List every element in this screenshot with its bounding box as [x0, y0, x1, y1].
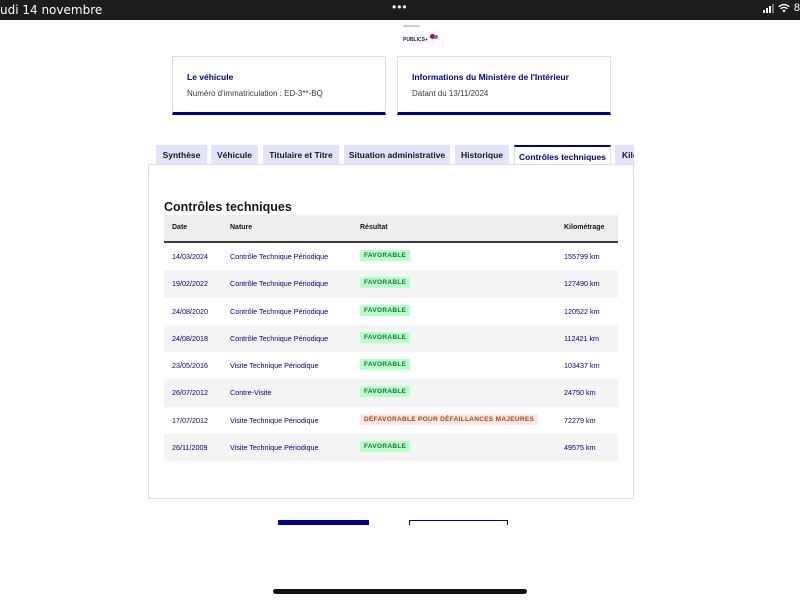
row-km: 120522 km: [564, 306, 600, 316]
vehicle-card: Le véhicule Numéro d'immatriculation : E…: [172, 56, 386, 115]
row-nature: Contrôle Technique Périodique: [230, 333, 329, 343]
row-nature: Contre-Visite: [230, 388, 272, 398]
status-badge: FAVORABLE: [360, 386, 411, 398]
row-result: FAVORABLE: [360, 359, 411, 371]
header-date: Date: [172, 224, 188, 231]
wifi-icon: [778, 4, 790, 13]
logo-main-text: PUBLICS+: [403, 37, 428, 43]
status-badge: FAVORABLE: [360, 441, 411, 453]
ministry-card-title: Informations du Ministère de l'Intérieur: [412, 72, 569, 82]
vehicle-card-title: Le véhicule: [187, 72, 234, 82]
row-date: 26/11/2009: [172, 443, 208, 453]
logo-blue-dot-icon: [433, 34, 438, 39]
row-result: FAVORABLE: [360, 386, 411, 398]
status-bar: udi 14 novembre ••• 8: [0, 0, 800, 20]
row-result: DÉFAVORABLE POUR DÉFAILLANCES MAJEURES: [360, 413, 539, 425]
row-nature: Contrôle Technique Périodique: [230, 306, 329, 316]
tab-situation-administrative[interactable]: Situation administrative: [344, 145, 450, 164]
status-badge: FAVORABLE: [360, 359, 411, 371]
status-badge: FAVORABLE: [360, 250, 411, 261]
table-row: 19/02/2022 Contrôle Technique Périodique…: [164, 270, 618, 298]
table-header: Date Nature Résultat Kilométrage: [164, 215, 618, 243]
inspections-table: Date Nature Résultat Kilométrage 14/03/2…: [164, 215, 618, 462]
row-nature: Visite Technique Périodique: [230, 415, 319, 425]
table-row: 24/08/2020 Contrôle Technique Périodique…: [164, 298, 618, 325]
battery-percentage: 8: [793, 2, 800, 14]
row-date: 19/02/2022: [172, 279, 208, 289]
row-km: 155799 km: [564, 252, 600, 261]
tab-titulaire-et-titre[interactable]: Titulaire et Titre: [263, 145, 339, 164]
row-result: FAVORABLE: [360, 441, 411, 453]
row-result: FAVORABLE: [360, 331, 411, 343]
row-nature: Contrôle Technique Périodique: [230, 279, 329, 289]
row-date: 23/05/2016: [172, 361, 208, 371]
section-title: Contrôles techniques: [164, 200, 292, 214]
row-nature: Visite Technique Périodique: [230, 443, 319, 453]
row-date: 26/07/2012: [172, 388, 208, 398]
tab-historique[interactable]: Historique: [455, 145, 509, 164]
tab-synthese[interactable]: Synthèse: [156, 145, 207, 164]
tab-bar: Synthèse Véhicule Titulaire et Titre Sit…: [156, 145, 634, 165]
tab-controles-techniques[interactable]: Contrôles techniques: [514, 145, 611, 165]
table-row: 26/11/2009 Visite Technique Périodique F…: [164, 434, 618, 462]
status-indicators: 8: [762, 2, 800, 14]
row-km: 72279 km: [564, 415, 596, 425]
row-result: FAVORABLE: [360, 277, 411, 289]
status-badge: FAVORABLE: [360, 304, 411, 316]
row-km: 127490 km: [564, 279, 600, 289]
status-date: udi 14 novembre: [0, 3, 103, 17]
services-publics-logo[interactable]: SERVICES PUBLICS+: [403, 24, 439, 43]
header-result: Résultat: [360, 224, 388, 231]
vehicle-card-registration: Numéro d'immatriculation : ED-3**-BQ: [187, 89, 323, 98]
row-km: 24750 km: [564, 388, 596, 398]
row-km: 103437 km: [564, 361, 600, 371]
status-badge: DÉFAVORABLE POUR DÉFAILLANCES MAJEURES: [360, 413, 539, 425]
tab-kilometrage[interactable]: Kilo: [615, 145, 634, 164]
header-nature: Nature: [230, 224, 253, 231]
row-km: 49575 km: [564, 443, 596, 453]
ministry-card: Informations du Ministère de l'Intérieur…: [397, 56, 611, 115]
multitasking-dots-icon[interactable]: •••: [392, 0, 408, 14]
row-nature: Visite Technique Périodique: [230, 361, 319, 371]
header-km: Kilométrage: [564, 224, 605, 231]
ministry-card-date: Datant du 13/11/2024: [412, 89, 489, 98]
table-row: 14/03/2024 Contrôle Technique Périodique…: [164, 243, 618, 270]
status-badge: FAVORABLE: [360, 277, 411, 289]
row-result: FAVORABLE: [360, 304, 411, 316]
table-row: 24/08/2018 Contrôle Technique Périodique…: [164, 324, 618, 353]
tab-vehicule[interactable]: Véhicule: [211, 145, 258, 164]
table-row: 26/07/2012 Contre-Visite FAVORABLE 24750…: [164, 379, 618, 407]
status-badge: FAVORABLE: [360, 331, 411, 343]
table-row: 23/05/2016 Visite Technique Périodique F…: [164, 352, 618, 379]
row-result: FAVORABLE: [360, 250, 411, 261]
cellular-signal-icon: [762, 3, 774, 13]
row-nature: Contrôle Technique Périodique: [230, 252, 329, 261]
row-date: 24/08/2018: [172, 333, 208, 343]
primary-action-button[interactable]: [278, 520, 369, 525]
row-date: 17/07/2012: [172, 415, 208, 425]
row-km: 112421 km: [564, 333, 600, 343]
logo-top-text: SERVICES: [403, 24, 420, 28]
row-date: 24/08/2020: [172, 306, 208, 316]
secondary-action-button[interactable]: [409, 520, 508, 525]
home-indicator[interactable]: [273, 589, 527, 594]
row-date: 14/03/2024: [172, 252, 208, 261]
table-row: 17/07/2012 Visite Technique Périodique D…: [164, 407, 618, 434]
